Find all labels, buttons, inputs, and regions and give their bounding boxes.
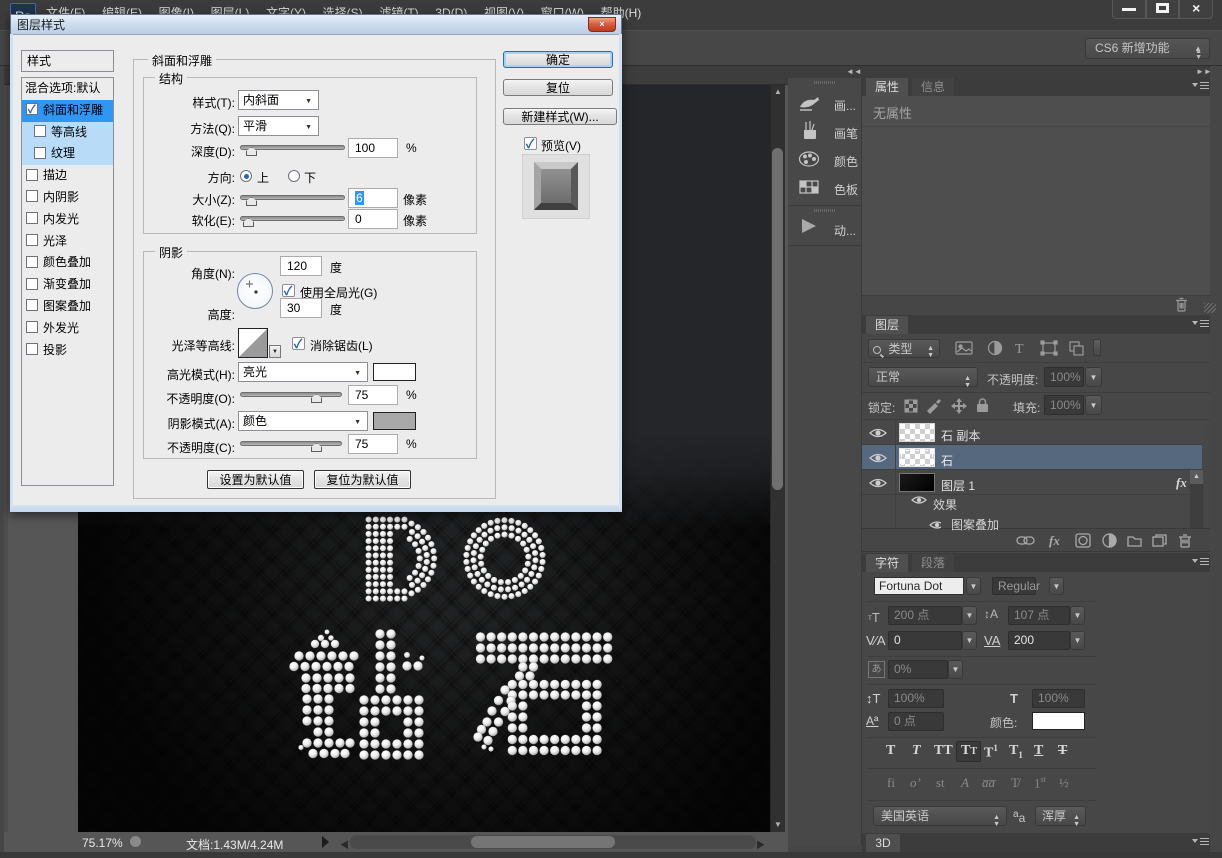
svg-text:T: T <box>1015 342 1024 357</box>
svg-text:fx: fx <box>1049 533 1060 548</box>
